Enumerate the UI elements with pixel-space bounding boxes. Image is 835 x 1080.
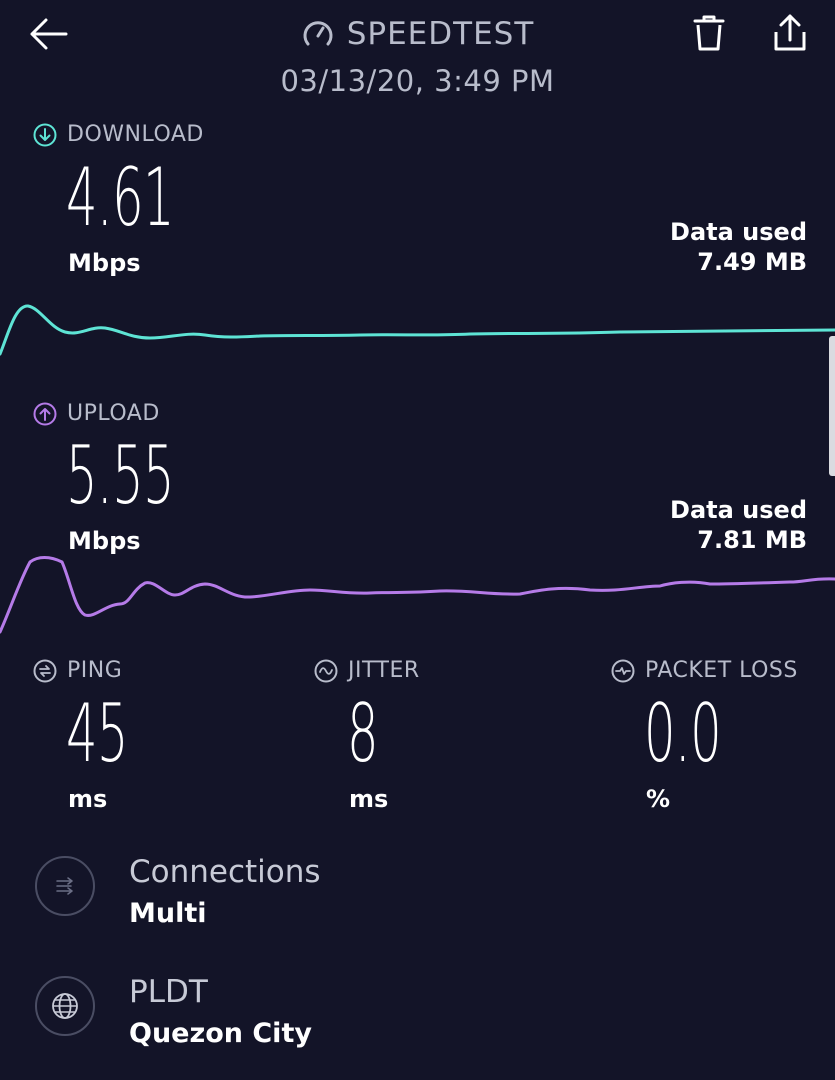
upload-label-text: UPLOAD xyxy=(67,401,160,426)
download-speed-value: 4.61 xyxy=(66,151,175,244)
download-label: DOWNLOAD xyxy=(33,122,204,147)
packet-loss-value: 0.0 xyxy=(644,687,722,780)
jitter-icon xyxy=(314,659,338,682)
jitter-unit: ms xyxy=(349,785,389,813)
upload-data-used-label: Data used xyxy=(670,496,807,524)
share-button[interactable] xyxy=(768,12,812,54)
packet-loss-unit: % xyxy=(646,785,671,813)
server-location: Quezon City xyxy=(129,1018,312,1049)
packet-loss-label-text: PACKET LOSS xyxy=(645,658,798,683)
connections-value: Multi xyxy=(129,898,207,929)
ping-value: 45 xyxy=(66,687,128,780)
title-text: SPEEDTEST xyxy=(346,16,535,52)
connections-icon xyxy=(56,877,73,895)
jitter-label-text: JITTER xyxy=(348,658,420,683)
connections-icon-circle xyxy=(35,856,95,916)
upload-graph xyxy=(0,556,835,634)
server-provider: PLDT xyxy=(129,974,208,1010)
ping-unit: ms xyxy=(68,785,108,813)
connections-title: Connections xyxy=(129,854,321,890)
gauge-icon xyxy=(303,21,333,46)
packet-loss-icon xyxy=(611,659,635,682)
upload-label: UPLOAD xyxy=(33,401,160,426)
download-arrow-icon xyxy=(33,123,57,146)
upload-speed-value: 5.55 xyxy=(66,429,175,522)
ping-label-text: PING xyxy=(67,658,123,683)
download-data-used-value: 7.49 MB xyxy=(697,248,807,276)
delete-button[interactable] xyxy=(688,12,730,54)
trash-icon xyxy=(693,15,725,51)
ping-icon xyxy=(33,659,57,682)
download-graph xyxy=(0,304,835,356)
jitter-value: 8 xyxy=(347,687,379,780)
download-data-used-label: Data used xyxy=(670,218,807,246)
scrollbar-handle[interactable] xyxy=(829,336,835,476)
test-timestamp: 03/13/20, 3:49 PM xyxy=(280,64,555,98)
upload-arrow-icon xyxy=(33,402,57,425)
download-label-text: DOWNLOAD xyxy=(67,122,204,147)
server-icon-circle xyxy=(35,976,95,1036)
globe-icon xyxy=(52,993,78,1019)
packet-loss-label: PACKET LOSS xyxy=(611,658,798,683)
jitter-label: JITTER xyxy=(314,658,420,683)
download-unit: Mbps xyxy=(68,249,141,277)
share-icon xyxy=(774,14,806,51)
ping-label: PING xyxy=(33,658,122,683)
